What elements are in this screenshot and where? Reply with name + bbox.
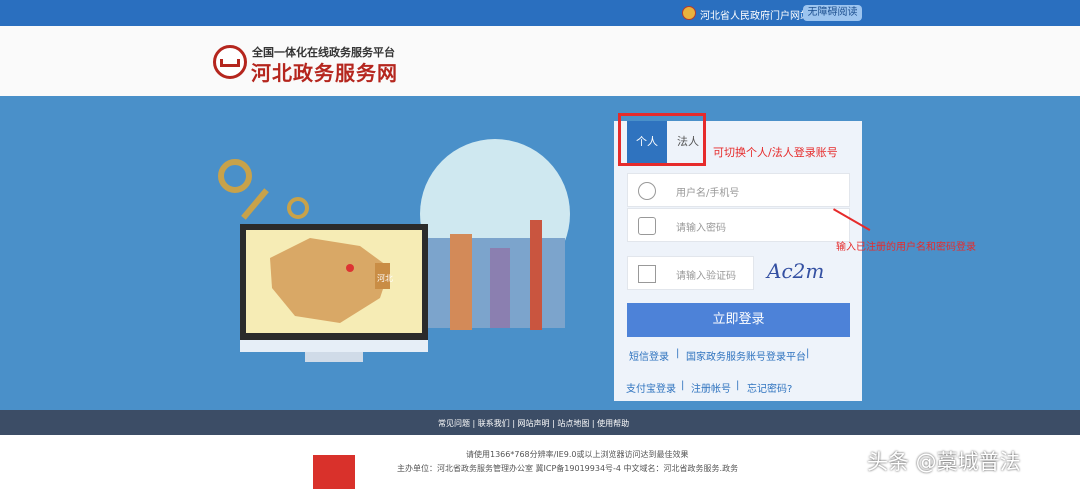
gov-emblem-icon xyxy=(682,6,696,20)
password-placeholder: 请输入密码 xyxy=(676,223,726,234)
site-title[interactable]: 河北政务服务网 xyxy=(251,57,398,86)
link-separator: | xyxy=(681,380,685,391)
watermark: 头条 @藁城普法 xyxy=(867,450,1021,474)
password-field[interactable]: 请输入密码 xyxy=(627,208,850,242)
footer-links[interactable]: 常见问题 | 联系我们 | 网站声明 | 站点地图 | 使用帮助 xyxy=(438,418,629,429)
national-account-login-link[interactable]: 国家政务服务账号登录平台 xyxy=(686,348,806,363)
site-header xyxy=(0,26,1080,96)
annotation-switch-note: 可切换个人/法人登录账号 xyxy=(713,146,838,159)
government-badge-icon[interactable] xyxy=(313,455,355,489)
forgot-password-link[interactable]: 忘记密码? xyxy=(747,380,792,395)
site-logo-icon[interactable] xyxy=(213,45,247,79)
sms-login-link[interactable]: 短信登录 xyxy=(629,348,669,363)
map-label: 河北 xyxy=(377,273,393,283)
browser-hint: 请使用1366*768分辨率/IE9.0或以上浏览器访问达到最佳效果 xyxy=(466,450,689,459)
site-credits: 主办单位：河北省政务服务管理办公室 冀ICP备19019934号-4 中文域名：… xyxy=(397,464,739,473)
link-separator: | xyxy=(806,348,810,359)
barcode-icon xyxy=(638,265,656,283)
top-bar: 河北省人民政府门户网站 无障碍阅读 xyxy=(0,0,1080,26)
captcha-image[interactable]: Ac2m xyxy=(767,259,847,287)
captcha-placeholder: 请输入验证码 xyxy=(676,271,736,282)
footer-nav: 常见问题 | 联系我们 | 网站声明 | 站点地图 | 使用帮助 xyxy=(0,410,1080,435)
accessibility-button[interactable]: 无障碍阅读 xyxy=(803,5,862,21)
user-icon xyxy=(638,182,656,200)
hero-illustration: 河北 xyxy=(218,139,570,362)
annotation-input-note: 输入已注册的用户名和密码登录 xyxy=(836,242,976,253)
lock-icon xyxy=(638,217,656,235)
captcha-field[interactable]: 请输入验证码 xyxy=(627,256,754,290)
annotation-box xyxy=(618,113,706,166)
alipay-login-link[interactable]: 支付宝登录 xyxy=(626,380,676,395)
gear-icon xyxy=(218,159,252,193)
username-placeholder: 用户名/手机号 xyxy=(676,188,740,199)
link-separator: | xyxy=(736,380,740,391)
wrench-icon xyxy=(241,188,269,220)
link-separator: | xyxy=(676,348,680,359)
register-link[interactable]: 注册帐号 xyxy=(691,380,731,395)
username-field[interactable]: 用户名/手机号 xyxy=(627,173,850,207)
map-pin-icon xyxy=(346,264,354,272)
gov-portal-link[interactable]: 河北省人民政府门户网站 xyxy=(700,7,810,22)
login-button[interactable]: 立即登录 xyxy=(627,303,850,337)
small-gear-icon xyxy=(287,197,309,219)
